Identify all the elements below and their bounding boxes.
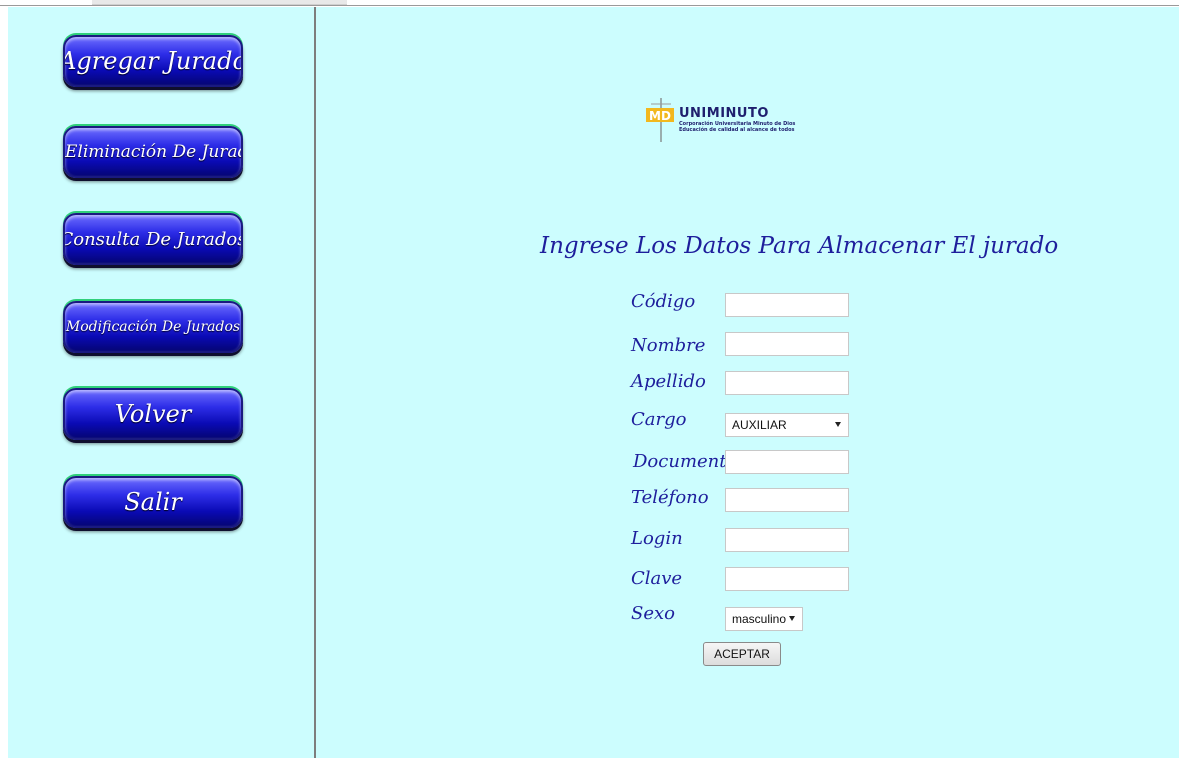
login-label: Login xyxy=(631,528,683,549)
telefono-input[interactable] xyxy=(725,488,849,512)
codigo-label: Código xyxy=(631,291,696,312)
telefono-label: Teléfono xyxy=(631,487,709,508)
content-frame: MD UNIMINUTO Corporación Universitaria M… xyxy=(316,7,1179,758)
exit-button-label: Salir xyxy=(124,488,182,516)
query-jurados-button[interactable]: Consulta De Jurados xyxy=(63,213,243,265)
sexo-select-value: masculino xyxy=(732,612,787,626)
uniminuto-logo: MD UNIMINUTO Corporación Universitaria M… xyxy=(641,98,841,154)
delete-jurados-button[interactable]: Eliminación De Jurados xyxy=(63,126,243,178)
logo-tagline-2: Educación de calidad al alcance de todos xyxy=(679,127,795,133)
login-input[interactable] xyxy=(725,528,849,552)
modify-jurados-button[interactable]: Modificación De Jurados xyxy=(63,301,243,353)
cargo-label: Cargo xyxy=(631,409,687,430)
clave-label: Clave xyxy=(631,568,683,589)
exit-button[interactable]: Salir xyxy=(63,476,243,528)
cargo-select-value: AUXILIAR xyxy=(732,418,787,432)
browser-top-edge xyxy=(0,0,1179,6)
modify-jurados-button-label: Modificación De Jurados xyxy=(65,319,241,335)
logo-name: UNIMINUTO xyxy=(679,106,769,121)
top-divider xyxy=(0,5,1179,6)
back-button-label: Volver xyxy=(114,400,192,428)
accept-button[interactable]: ACEPTAR xyxy=(703,642,781,666)
delete-jurados-button-label: Eliminación De Jurados xyxy=(65,142,241,162)
cargo-select[interactable]: AUXILIAR xyxy=(725,413,849,437)
nombre-label: Nombre xyxy=(631,335,706,356)
apellido-input[interactable] xyxy=(725,371,849,395)
apellido-label: Apellido xyxy=(631,371,706,392)
add-jurado-button-label: Agregar Jurado xyxy=(63,47,243,75)
sexo-select[interactable]: masculino xyxy=(725,607,803,631)
logo-mark-text: MD xyxy=(649,109,671,123)
query-jurados-button-label: Consulta De Jurados xyxy=(63,228,243,250)
documento-label: Documento xyxy=(633,451,738,472)
documento-input[interactable] xyxy=(725,450,849,474)
navigation-frame: Agregar Jurado Eliminación De Jurados Co… xyxy=(8,7,316,758)
uniminuto-emblem-icon: MD xyxy=(646,98,674,142)
sexo-label: Sexo xyxy=(631,603,675,624)
add-jurado-button[interactable]: Agregar Jurado xyxy=(63,35,243,87)
codigo-input[interactable] xyxy=(725,293,849,317)
form-title: Ingrese Los Datos Para Almacenar El jura… xyxy=(540,233,1059,259)
clave-input[interactable] xyxy=(725,567,849,591)
chevron-down-icon xyxy=(789,616,795,621)
nombre-input[interactable] xyxy=(725,332,849,356)
back-button[interactable]: Volver xyxy=(63,388,243,440)
chevron-down-icon xyxy=(835,422,841,427)
